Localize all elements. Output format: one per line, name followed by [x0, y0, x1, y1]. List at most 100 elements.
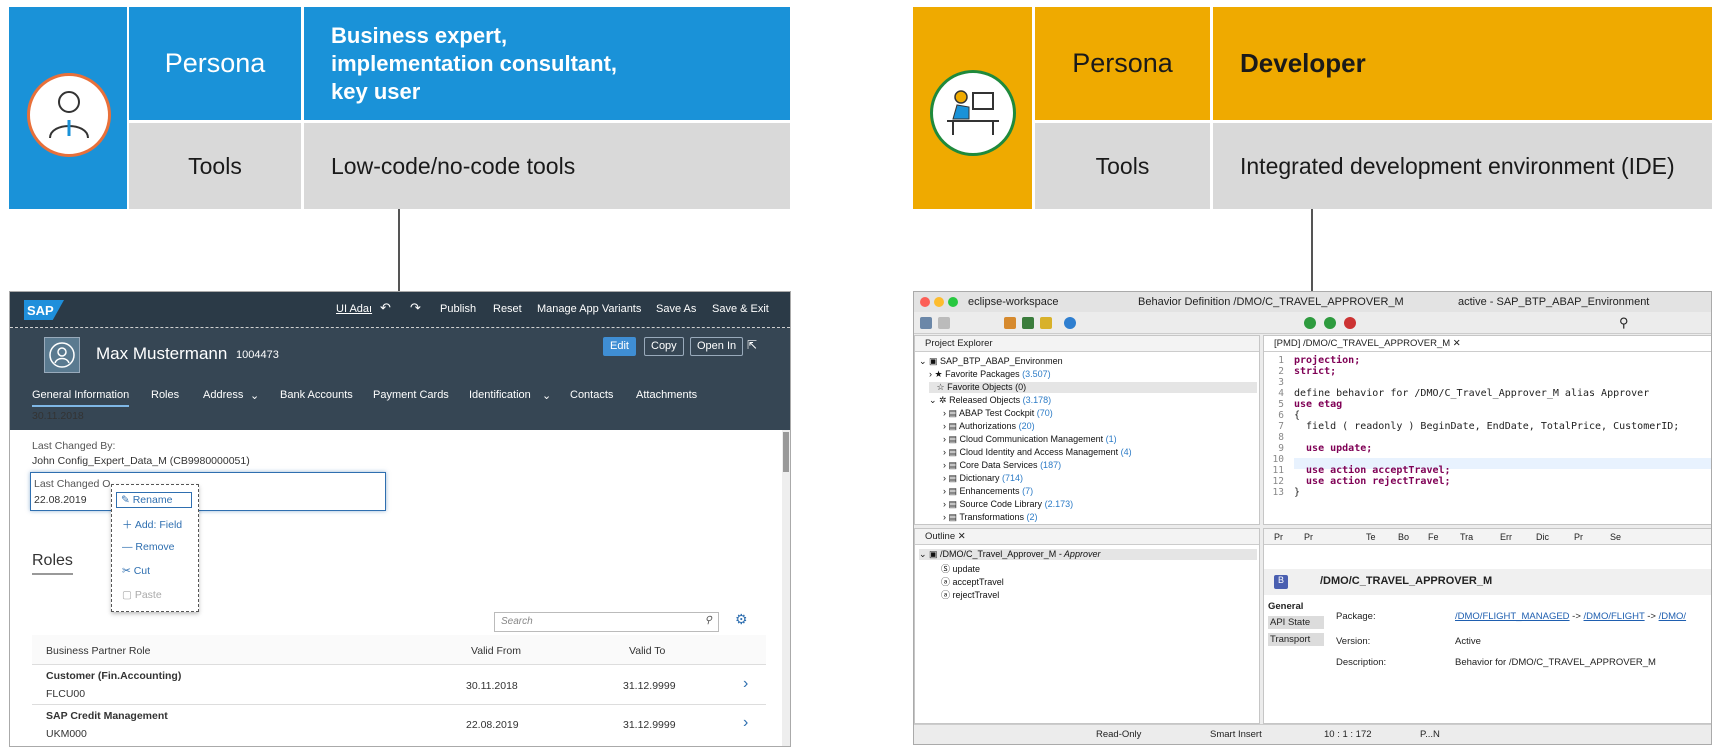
tab-address[interactable]: Address [203, 389, 243, 401]
tab-identification[interactable]: Identification [469, 389, 531, 401]
code-line[interactable]: field ( readonly ) BeginDate, EndDate, T… [1294, 421, 1679, 432]
open-in-button[interactable]: Open In [690, 337, 744, 356]
tree-item[interactable]: › ▤ Cloud Communication Management (1) [943, 434, 1117, 445]
save-exit-button[interactable]: Save & Exit [712, 303, 769, 315]
outline-root[interactable]: ⌄ ▣ /DMO/C_Travel_Approver_M - Approver [919, 549, 1257, 560]
props-section-transport[interactable]: Transport [1268, 633, 1324, 646]
code-line[interactable]: projection; [1294, 355, 1360, 366]
save-as-button[interactable]: Save As [656, 303, 696, 315]
tree-item-released-objects[interactable]: ⌄ ✲ Released Objects (3.178) [929, 395, 1051, 406]
save-icon[interactable] [938, 317, 950, 329]
bottom-tab[interactable]: Pr [1574, 532, 1583, 542]
props-section-api-state[interactable]: API State [1268, 616, 1324, 629]
undo-icon[interactable]: ↶ [380, 300, 391, 316]
menu-rename[interactable]: ✎ Rename [116, 492, 192, 508]
project-root[interactable]: ⌄ ▣ SAP_BTP_ABAP_Environmen [919, 356, 1063, 367]
row-nav-chevron-icon[interactable]: › [743, 714, 748, 732]
tree-item[interactable]: › ▤ Authorizations (20) [943, 421, 1035, 432]
tree-item[interactable]: › ▤ Cloud Identity and Access Management… [943, 447, 1132, 458]
developer-desk-icon [947, 90, 999, 135]
code-line[interactable]: } [1294, 487, 1300, 498]
tree-item[interactable]: › ▤ ABAP Test Cockpit (70) [943, 408, 1053, 419]
run-icon[interactable] [1304, 317, 1316, 329]
tool-icon[interactable] [1004, 317, 1016, 329]
tree-item[interactable]: › ▤ Dictionary (714) [943, 473, 1023, 484]
editor-tab[interactable]: [PMD] /DMO/C_TRAVEL_APPROVER_M ✕ [1264, 336, 1711, 352]
debug-icon[interactable] [1324, 317, 1336, 329]
code-line[interactable]: strict; [1294, 366, 1336, 377]
props-title: /DMO/C_TRAVEL_APPROVER_M [1320, 575, 1493, 587]
close-window-icon[interactable] [920, 297, 930, 307]
redo-icon[interactable]: ↷ [410, 300, 421, 316]
code-line[interactable]: use action acceptTravel; [1294, 465, 1451, 476]
last-changed-on-value: 22.08.2019 [34, 494, 87, 506]
copy-button[interactable]: Copy [644, 337, 684, 356]
tab-roles[interactable]: Roles [151, 389, 179, 401]
ui-adapt-button[interactable]: UI Adaı [336, 303, 372, 315]
maximize-window-icon[interactable] [948, 297, 958, 307]
tree-item[interactable]: › ▤ Core Data Services (187) [943, 460, 1061, 471]
check-icon[interactable] [1064, 317, 1076, 329]
tree-item-favorite-objects[interactable]: ☆ Favorite Objects (0) [929, 382, 1257, 393]
bottom-tab[interactable]: Dic [1536, 532, 1549, 542]
outline-item-accept-travel[interactable]: ⓐ acceptTravel [941, 575, 1004, 588]
package-link[interactable]: /DMO/FLIGHT_MANAGED [1455, 611, 1570, 622]
avatar [44, 337, 80, 373]
row-nav-chevron-icon[interactable]: › [743, 675, 748, 693]
row-valid-from: 22.08.2019 [466, 719, 519, 731]
menu-cut[interactable]: ✂ Cut [122, 565, 150, 577]
tab-address-chevron-icon[interactable]: ⌄ [250, 389, 259, 402]
outline-item-reject-travel[interactable]: ⓐ rejectTravel [941, 588, 999, 601]
settings-icon[interactable]: ⚙ [735, 611, 748, 628]
outline-tab[interactable]: Outline ✕ [915, 529, 1259, 545]
tree-item-favorite-packages[interactable]: › ★ Favorite Packages (3.507) [929, 369, 1051, 380]
manage-app-variants-button[interactable]: Manage App Variants [537, 303, 641, 315]
code-line[interactable]: use update; [1294, 443, 1372, 454]
minimize-window-icon[interactable] [934, 297, 944, 307]
bottom-tab[interactable]: Tra [1460, 532, 1473, 542]
bottom-tab[interactable]: Te [1366, 532, 1376, 542]
share-icon[interactable]: ⇱ [747, 338, 757, 352]
code-line[interactable]: use etag [1294, 399, 1342, 410]
package-link[interactable]: /DMO/FLIGHT [1584, 611, 1645, 622]
tree-item[interactable]: › ▤ Source Code Library (2.173) [943, 499, 1073, 510]
menu-add-field[interactable]: ＋ Add: Field [122, 517, 182, 532]
tab-attachments[interactable]: Attachments [636, 389, 697, 401]
tree-item[interactable]: › ▤ Enhancements (7) [943, 486, 1033, 497]
bottom-tab[interactable]: Pr [1304, 532, 1313, 542]
scrollbar[interactable] [782, 430, 790, 746]
props-section-general[interactable]: General [1268, 601, 1303, 612]
bottom-tab[interactable]: Pr [1274, 532, 1283, 542]
bottom-tab[interactable]: Err [1500, 532, 1512, 542]
bottom-tab[interactable]: Fe [1428, 532, 1439, 542]
project-explorer-tab[interactable]: Project Explorer [915, 336, 1259, 352]
publish-button[interactable]: Publish [440, 303, 476, 315]
new-icon[interactable] [920, 317, 932, 329]
properties-pane: Pr Pr Te Bo Fe Tra Err Dic Pr Se B /DMO/… [1263, 528, 1711, 724]
tab-bank-accounts[interactable]: Bank Accounts [280, 389, 353, 401]
search-icon[interactable]: ⚲ [1619, 315, 1629, 331]
search-icon[interactable]: ⚲ [705, 615, 712, 626]
code-line[interactable]: { [1294, 410, 1300, 421]
tool-icon[interactable] [1040, 317, 1052, 329]
stop-icon[interactable] [1344, 317, 1356, 329]
tab-general-information[interactable]: General Information [32, 389, 130, 407]
edit-button[interactable]: Edit [603, 337, 636, 356]
menu-remove[interactable]: — Remove [122, 541, 175, 553]
tree-item[interactable]: › ▤ Transformations (2) [943, 512, 1038, 523]
tab-identification-chevron-icon[interactable]: ⌄ [542, 389, 551, 402]
tab-payment-cards[interactable]: Payment Cards [373, 389, 449, 401]
tool-icon[interactable] [1022, 317, 1034, 329]
reset-button[interactable]: Reset [493, 303, 522, 315]
search-input[interactable]: Search ⚲ [494, 612, 719, 632]
persona-line-1: Business expert, [331, 22, 508, 48]
code-line[interactable]: define behavior for /DMO/C_Travel_Approv… [1294, 388, 1649, 399]
bottom-tab[interactable]: Bo [1398, 532, 1409, 542]
tab-contacts[interactable]: Contacts [570, 389, 613, 401]
menu-paste[interactable]: ▢ Paste [122, 589, 162, 601]
bottom-tab[interactable]: Se [1610, 532, 1621, 542]
outline-item-update[interactable]: Ⓢ update [941, 562, 980, 575]
code-line[interactable]: use action rejectTravel; [1294, 476, 1451, 487]
version-value: Active [1455, 636, 1481, 647]
package-link[interactable]: /DMO/ [1659, 611, 1686, 622]
